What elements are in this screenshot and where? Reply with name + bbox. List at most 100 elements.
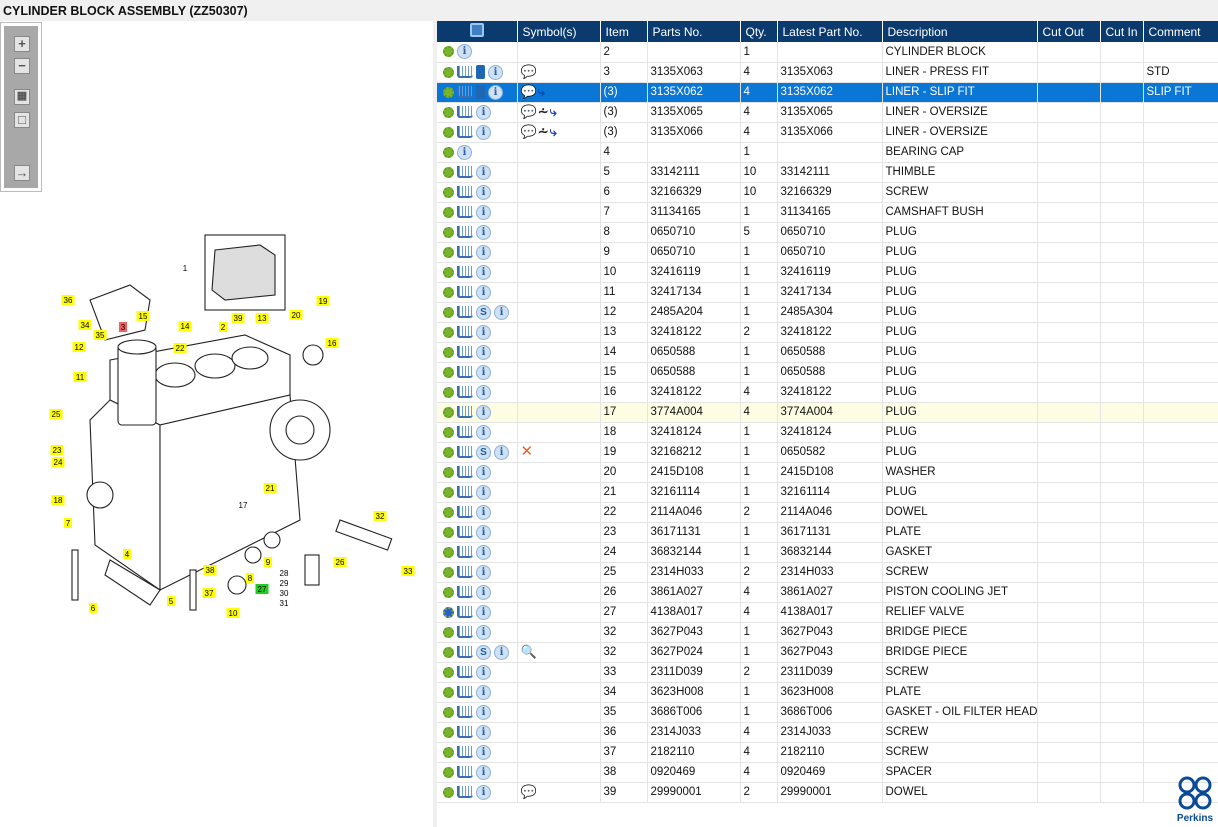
info-icon[interactable]: i (476, 564, 491, 580)
cart-icon[interactable] (457, 106, 473, 118)
table-row[interactable]: i 14 0650588 1 0650588 PLUG (437, 342, 1218, 363)
cart-icon[interactable] (457, 666, 473, 678)
branch-arrow-icon[interactable]: ⤷ (550, 105, 557, 119)
callout-20[interactable]: 20 (289, 310, 303, 320)
table-row[interactable]: i 23 36171131 1 36171131 PLATE (437, 522, 1218, 543)
cart-icon[interactable] (457, 706, 473, 718)
gear-icon[interactable] (443, 566, 454, 578)
callout-3[interactable]: 3 (119, 322, 127, 332)
info-icon[interactable]: i (476, 324, 491, 340)
note-icon[interactable]: 💬 (521, 785, 537, 799)
gear-icon[interactable] (443, 766, 454, 778)
gear-icon[interactable] (443, 626, 454, 638)
callout-6[interactable]: 6 (89, 603, 97, 613)
callout-13[interactable]: 13 (255, 313, 269, 323)
book-icon[interactable] (476, 85, 485, 99)
table-row[interactable]: i 💬⩪⤷ (3) 3135X065 4 3135X065 LINER - OVERSIZE (437, 102, 1218, 123)
cart-icon[interactable] (457, 486, 473, 498)
find-part-icon[interactable] (469, 23, 484, 37)
gear-icon[interactable] (443, 326, 454, 338)
callout-23[interactable]: 23 (50, 445, 64, 455)
cart-icon[interactable] (457, 506, 473, 518)
cart-icon[interactable] (457, 606, 473, 618)
column-header-symbol-s[interactable]: Symbol(s) (517, 21, 601, 42)
callout-38[interactable]: 38 (203, 565, 217, 575)
table-row[interactable]: i 💬 39 29990001 2 29990001 DOWEL (437, 782, 1218, 803)
callout-24[interactable]: 24 (51, 457, 65, 467)
gear-icon[interactable] (443, 146, 454, 158)
cart-icon[interactable] (457, 746, 473, 758)
info-icon[interactable]: i (476, 404, 491, 420)
callout-1[interactable]: 1 (183, 264, 188, 273)
cart-icon[interactable] (457, 266, 473, 278)
callout-18[interactable]: 18 (51, 495, 65, 505)
table-row[interactable]: i 15 0650588 1 0650588 PLUG (437, 362, 1218, 383)
info-icon[interactable]: i (476, 724, 491, 740)
table-row[interactable]: i 26 3861A027 4 3861A027 PISTON COOLING JET (437, 582, 1218, 603)
column-header-description[interactable]: Description (882, 21, 1038, 42)
gear-icon[interactable] (443, 706, 454, 718)
cart-icon[interactable] (457, 166, 473, 178)
gears-icon[interactable] (443, 606, 454, 618)
callout-28[interactable]: 28 (280, 569, 289, 578)
callout-27[interactable]: 27 (255, 584, 269, 594)
cart-icon[interactable] (457, 626, 473, 638)
cart-icon[interactable] (457, 246, 473, 258)
table-row[interactable]: i 💬⤷ (3) 3135X062 4 3135X062 LINER - SLIP FIT S… (437, 82, 1218, 103)
table-row[interactable]: i 24 36832144 1 36832144 GASKET (437, 542, 1218, 563)
table-row[interactable]: i 4 1 BEARING CAP (437, 142, 1218, 163)
gear-icon[interactable] (443, 686, 454, 698)
callout-31[interactable]: 31 (280, 599, 289, 608)
column-header-actions[interactable] (437, 21, 518, 42)
info-icon[interactable]: i (476, 184, 491, 200)
info-icon[interactable]: i (476, 484, 491, 500)
note-icon[interactable]: 💬 (521, 85, 537, 99)
table-row[interactable]: i 38 0920469 4 0920469 SPACER (437, 762, 1218, 783)
gear-icon[interactable] (443, 286, 454, 298)
book-search-icon[interactable]: 🔍 (521, 645, 537, 659)
callout-12[interactable]: 12 (72, 342, 86, 352)
info-icon[interactable]: i (488, 84, 503, 100)
table-row[interactable]: i 34 3623H008 1 3623H008 PLATE (437, 682, 1218, 703)
table-row[interactable]: i 7 31134165 1 31134165 CAMSHAFT BUSH (437, 202, 1218, 223)
column-header-parts-no[interactable]: Parts No. (647, 21, 741, 42)
reset-view-button[interactable]: □ (14, 112, 30, 128)
gear-icon[interactable] (443, 106, 454, 118)
gear-icon[interactable] (443, 586, 454, 598)
supersession-icon[interactable]: S (476, 304, 491, 320)
gear-icon[interactable] (443, 666, 454, 678)
note-icon[interactable]: 💬 (521, 105, 537, 119)
info-icon[interactable]: i (476, 384, 491, 400)
table-row[interactable]: i 💬⩪⤷ (3) 3135X066 4 3135X066 LINER - OVERSIZE (437, 122, 1218, 143)
compress-icon[interactable]: ⩪ (538, 105, 549, 119)
gear-icon[interactable] (443, 506, 454, 518)
callout-30[interactable]: 30 (280, 589, 289, 598)
cart-icon[interactable] (457, 726, 473, 738)
info-icon[interactable]: i (476, 504, 491, 520)
table-row[interactable]: i 9 0650710 1 0650710 PLUG (437, 242, 1218, 263)
table-row[interactable]: Si 12 2485A204 1 2485A304 PLUG (437, 302, 1218, 323)
callout-34[interactable]: 34 (78, 320, 92, 330)
cross-icon[interactable]: ✕ (521, 444, 534, 459)
table-row[interactable]: i 13 32418122 2 32418122 PLUG (437, 322, 1218, 343)
table-row[interactable]: i 18 32418124 1 32418124 PLUG (437, 422, 1218, 443)
gear-icon[interactable] (443, 86, 454, 98)
table-row[interactable]: i 11 32417134 1 32417134 PLUG (437, 282, 1218, 303)
cart-icon[interactable] (457, 226, 473, 238)
cart-icon[interactable] (457, 766, 473, 778)
book-icon[interactable] (476, 65, 485, 79)
cart-icon[interactable] (457, 446, 473, 458)
table-row[interactable]: Si 🔍 32 3627P024 1 3627P043 BRIDGE PIECE (437, 642, 1218, 663)
table-row[interactable]: i 💬 3 3135X063 4 3135X063 LINER - PRESS FIT STD (437, 62, 1218, 83)
info-icon[interactable]: i (476, 464, 491, 480)
exploded-parts-diagram[interactable]: 1234567891011121314151617181920212223242… (40, 225, 430, 625)
cart-icon[interactable] (457, 646, 473, 658)
info-icon[interactable]: i (476, 284, 491, 300)
export-button[interactable]: → (14, 165, 30, 181)
table-row[interactable]: i 5 33142111 10 33142111 THIMBLE (437, 162, 1218, 183)
table-row[interactable]: i 21 32161114 1 32161114 PLUG (437, 482, 1218, 503)
cart-icon[interactable] (457, 386, 473, 398)
info-icon[interactable]: i (494, 644, 509, 660)
table-row[interactable]: i 8 0650710 5 0650710 PLUG (437, 222, 1218, 243)
gear-icon[interactable] (443, 226, 454, 238)
